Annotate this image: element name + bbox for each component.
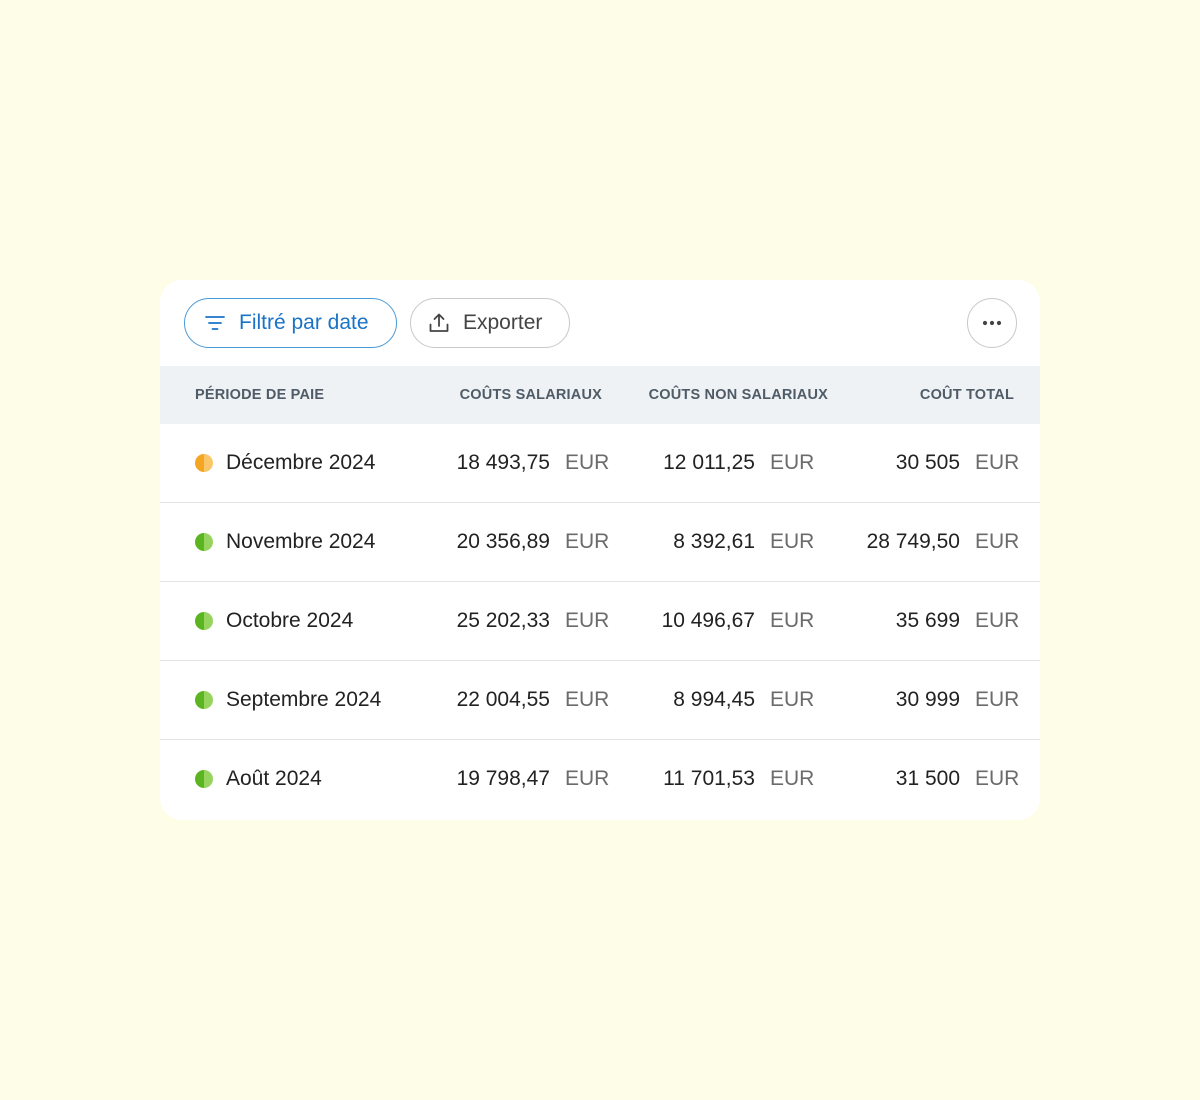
total-currency: EUR	[975, 688, 1020, 711]
salary-cost-value: 20 356,89	[456, 530, 550, 553]
upload-icon	[427, 311, 451, 335]
status-complete-icon	[195, 770, 213, 788]
total-cost-value: 30 999	[895, 688, 960, 711]
table-body: Décembre 2024 18 493,75 EUR 12 011,25 EU…	[160, 424, 1040, 818]
more-horizontal-icon	[980, 311, 1004, 335]
period-cell: Décembre 2024	[195, 424, 375, 502]
total-cost-value: 30 505	[895, 451, 960, 474]
export-button-label: Exporter	[463, 311, 543, 334]
table-row[interactable]: Septembre 2024 22 004,55 EUR 8 994,45 EU…	[160, 661, 1040, 740]
non-salary-currency: EUR	[770, 688, 815, 711]
toolbar: Filtré par date Exporter	[160, 280, 1040, 366]
period-label: Août 2024	[226, 767, 322, 790]
table-row[interactable]: Novembre 2024 20 356,89 EUR 8 392,61 EUR…	[160, 503, 1040, 582]
total-cost-value: 35 699	[895, 609, 960, 632]
salary-currency: EUR	[565, 767, 610, 790]
header-total-cost[interactable]: COÛT TOTAL	[920, 366, 1014, 424]
table-row[interactable]: Décembre 2024 18 493,75 EUR 12 011,25 EU…	[160, 424, 1040, 503]
total-currency: EUR	[975, 767, 1020, 790]
header-period[interactable]: PÉRIODE DE PAIE	[195, 366, 324, 424]
period-label: Septembre 2024	[226, 688, 382, 711]
salary-currency: EUR	[565, 451, 610, 474]
non-salary-currency: EUR	[770, 530, 815, 553]
non-salary-cost-value: 8 392,61	[673, 530, 755, 553]
non-salary-cost-value: 12 011,25	[663, 451, 755, 474]
status-complete-icon	[195, 691, 213, 709]
salary-currency: EUR	[565, 609, 610, 632]
table-row[interactable]: Octobre 2024 25 202,33 EUR 10 496,67 EUR…	[160, 582, 1040, 661]
salary-cost-value: 25 202,33	[456, 609, 550, 632]
payroll-card: Filtré par date Exporter PÉRIODE DE PAIE…	[160, 280, 1040, 820]
period-label: Octobre 2024	[226, 609, 354, 632]
non-salary-cost-value: 11 701,53	[663, 767, 755, 790]
salary-cost-value: 22 004,55	[456, 688, 550, 711]
total-currency: EUR	[975, 609, 1020, 632]
table-row[interactable]: Août 2024 19 798,47 EUR 11 701,53 EUR 31…	[160, 740, 1040, 818]
period-cell: Novembre 2024	[195, 503, 375, 581]
more-options-button[interactable]	[967, 298, 1017, 348]
salary-currency: EUR	[565, 530, 610, 553]
header-salary-costs[interactable]: COÛTS SALARIAUX	[460, 366, 602, 424]
export-button[interactable]: Exporter	[410, 298, 570, 348]
salary-currency: EUR	[565, 688, 610, 711]
total-currency: EUR	[975, 530, 1020, 553]
non-salary-cost-value: 8 994,45	[673, 688, 755, 711]
period-label: Décembre 2024	[226, 451, 376, 474]
filter-icon	[203, 311, 227, 335]
salary-cost-value: 19 798,47	[456, 767, 550, 790]
period-label: Novembre 2024	[226, 530, 376, 553]
status-complete-icon	[195, 533, 213, 551]
non-salary-currency: EUR	[770, 609, 815, 632]
total-cost-value: 31 500	[895, 767, 960, 790]
salary-cost-value: 18 493,75	[456, 451, 550, 474]
status-partial-icon	[195, 454, 213, 472]
period-cell: Octobre 2024	[195, 582, 353, 660]
non-salary-currency: EUR	[770, 767, 815, 790]
table-header: PÉRIODE DE PAIE COÛTS SALARIAUX COÛTS NO…	[160, 366, 1040, 424]
filter-button-label: Filtré par date	[239, 311, 369, 334]
status-complete-icon	[195, 612, 213, 630]
period-cell: Août 2024	[195, 740, 322, 818]
total-cost-value: 28 749,50	[866, 530, 960, 553]
header-non-salary-costs[interactable]: COÛTS NON SALARIAUX	[649, 366, 828, 424]
filter-by-date-button[interactable]: Filtré par date	[184, 298, 397, 348]
period-cell: Septembre 2024	[195, 661, 381, 739]
non-salary-currency: EUR	[770, 451, 815, 474]
total-currency: EUR	[975, 451, 1020, 474]
non-salary-cost-value: 10 496,67	[661, 609, 755, 632]
